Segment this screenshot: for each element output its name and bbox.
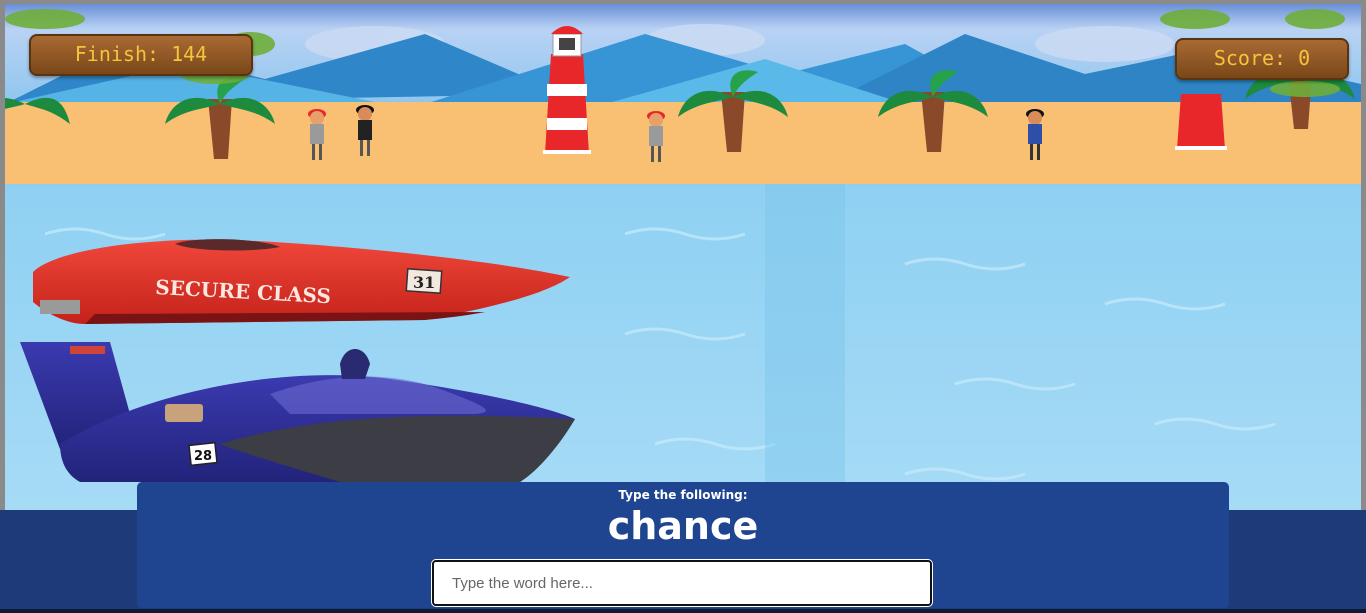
red-boat-number: 31 [413,273,435,292]
finish-sign: Finish: 144 [29,34,253,76]
game-canvas: SECURE CLASS 31 28 Finish: 144 Score: 0 [0,0,1366,510]
word-input[interactable] [431,559,933,607]
target-word: chance [607,504,759,548]
blue-boat-number: 28 [194,449,212,464]
score-sign: Score: 0 [1175,38,1349,80]
race-scene: SECURE CLASS 31 28 [5,4,1361,510]
lighthouse-icon [1175,94,1227,150]
water-wake [765,184,845,510]
typing-panel: Type the following: chance [137,482,1229,608]
instruction-label: Type the following: [618,488,748,502]
sand-beach [5,102,1361,186]
bottom-divider [0,609,1366,613]
score-text: Score: 0 [1213,46,1311,70]
finish-text: Finish: 144 [74,42,208,66]
